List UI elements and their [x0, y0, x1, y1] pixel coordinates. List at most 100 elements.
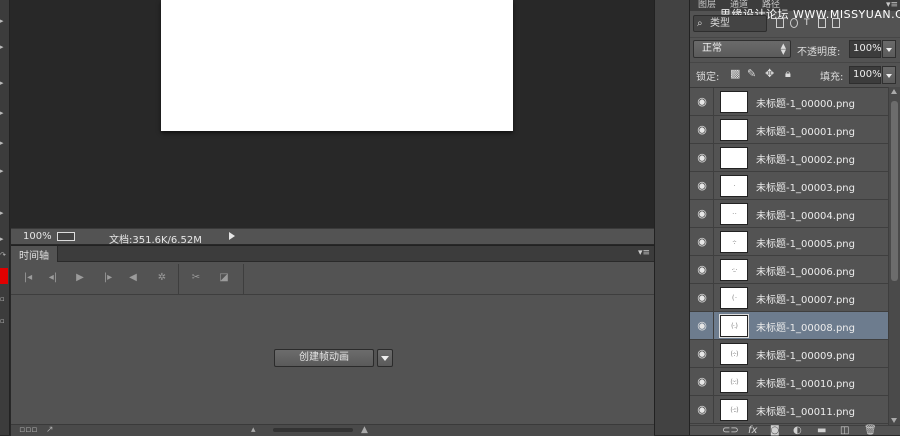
lock-all-icon[interactable]: 🔒︎ [785, 68, 791, 80]
layer-thumbnail[interactable]: ( · [720, 287, 748, 309]
visibility-eye-icon[interactable]: ◉ [695, 347, 709, 361]
layer-name[interactable]: 未标题-1_00003.png [756, 179, 855, 194]
layer-thumbnail[interactable] [720, 119, 748, 141]
scroll-up-icon[interactable] [891, 89, 897, 94]
blend-mode-select[interactable]: 正常 ▲ ▼ [693, 40, 791, 58]
layer-name[interactable]: 未标题-1_00007.png [756, 291, 855, 306]
layer-row[interactable]: ◉ · 未标题-1_00003.png [690, 172, 888, 200]
visibility-eye-icon[interactable]: ◉ [695, 235, 709, 249]
status-menu-arrow-icon[interactable] [229, 232, 235, 240]
visibility-eye-icon[interactable]: ◉ [695, 123, 709, 137]
transition-icon[interactable]: ◪ [217, 271, 231, 285]
zoom-level[interactable]: 100% [23, 231, 52, 242]
first-frame-icon[interactable]: |◂ [21, 271, 35, 285]
clone-tool-icon[interactable]: ▸ [0, 110, 9, 117]
layer-row[interactable]: ◉ (·:·) 未标题-1_00009.png [690, 340, 888, 368]
new-layer-icon[interactable]: ◫ [840, 425, 849, 436]
visibility-eye-icon[interactable]: ◉ [695, 95, 709, 109]
layer-row[interactable]: ◉ · · 未标题-1_00004.png [690, 200, 888, 228]
layer-name[interactable]: 未标题-1_00011.png [756, 403, 855, 418]
filter-shape-icon[interactable] [818, 18, 826, 28]
zoom-tool-icon[interactable]: ▸ [0, 236, 9, 243]
filter-adjustment-icon[interactable] [790, 18, 798, 28]
screen-mode-icon[interactable]: ▫ [0, 318, 9, 325]
fill-input[interactable]: 100% [849, 66, 882, 84]
tab-layers[interactable]: 图层 [698, 0, 716, 10]
layer-row[interactable]: ◉ 未标题-1_00000.png [690, 88, 888, 116]
visibility-eye-icon[interactable]: ◉ [695, 291, 709, 305]
lock-position-move-icon[interactable]: ✥ [765, 68, 774, 80]
adjustment-icon[interactable]: ◐ [793, 425, 802, 436]
canvas-area[interactable] [11, 0, 654, 228]
quick-mask-icon[interactable]: ▫ [0, 296, 9, 303]
layer-name[interactable]: 未标题-1_00000.png [756, 95, 855, 110]
layer-name[interactable]: 未标题-1_00008.png [756, 319, 855, 334]
prev-frame-icon[interactable]: ◂| [46, 271, 60, 285]
layers-scrollbar[interactable] [888, 87, 900, 425]
zoom-out-timeline-icon[interactable]: ▴ [251, 425, 256, 436]
opacity-input[interactable]: 100% [849, 40, 882, 58]
zoom-in-timeline-icon[interactable]: ▲ [361, 425, 368, 436]
layer-thumbnail[interactable]: ·:· [720, 231, 748, 253]
scroll-down-icon[interactable] [891, 418, 897, 423]
lasso-tool-icon[interactable]: ▸ [0, 18, 9, 25]
tab-timeline[interactable]: 时间轴 [11, 246, 58, 262]
convert-frames-icon[interactable]: ▫▫▫ [19, 425, 37, 436]
layer-row[interactable]: ◉ 未标题-1_00001.png [690, 116, 888, 144]
layer-thumbnail[interactable] [720, 147, 748, 169]
visibility-eye-icon[interactable]: ◉ [695, 207, 709, 221]
layer-row[interactable]: ◉ (:·:) 未标题-1_00010.png [690, 368, 888, 396]
layer-thumbnail[interactable]: ·:.· [720, 259, 748, 281]
visibility-eye-icon[interactable]: ◉ [695, 263, 709, 277]
layer-name[interactable]: 未标题-1_00010.png [756, 375, 855, 390]
layer-name[interactable]: 未标题-1_00006.png [756, 263, 855, 278]
create-frame-animation-button[interactable]: 创建帧动画 [274, 349, 374, 367]
play-icon[interactable]: ▶ [73, 271, 87, 285]
fill-dropdown[interactable] [882, 66, 896, 84]
visibility-eye-icon[interactable]: ◉ [695, 179, 709, 193]
next-frame-icon[interactable]: |▸ [101, 271, 115, 285]
layer-thumbnail[interactable]: · · [720, 203, 748, 225]
layer-row[interactable]: ◉ ( · 未标题-1_00007.png [690, 284, 888, 312]
layer-name[interactable]: 未标题-1_00005.png [756, 235, 855, 250]
eraser-tool-icon[interactable]: ▸ [0, 140, 9, 147]
scrollbar-thumb[interactable] [891, 101, 898, 281]
delete-icon[interactable]: 🗑︎ [864, 425, 877, 436]
layer-thumbnail[interactable] [720, 91, 748, 113]
opacity-dropdown[interactable] [882, 40, 896, 58]
lock-image-brush-icon[interactable]: ✎ [747, 68, 756, 80]
panel-menu-icon[interactable]: ▾≡ [638, 248, 650, 258]
visibility-eye-icon[interactable]: ◉ [695, 319, 709, 333]
layer-name[interactable]: 未标题-1_00002.png [756, 151, 855, 166]
fx-icon[interactable]: fx [748, 425, 757, 436]
timeline-zoom-slider[interactable] [273, 428, 353, 432]
hand-tool-icon[interactable]: ▸ [0, 210, 9, 217]
link-icon[interactable]: ⊂⊃ [722, 425, 739, 436]
filter-type-icon[interactable]: T [804, 18, 812, 28]
crop-tool-icon[interactable]: ▸ [0, 44, 9, 51]
layer-name[interactable]: 未标题-1_00004.png [756, 207, 855, 222]
render-icon[interactable]: ↗ [46, 425, 54, 436]
layer-thumbnail[interactable]: (·::) [720, 399, 748, 421]
create-animation-dropdown[interactable] [377, 349, 393, 367]
layer-row[interactable]: ◉ (·::) 未标题-1_00011.png [690, 396, 888, 424]
foreground-color-swatch[interactable] [0, 268, 8, 284]
brush-tool-icon[interactable]: ▸ [0, 80, 9, 87]
layer-thumbnail[interactable]: (·:·) [720, 343, 748, 365]
layer-row[interactable]: ◉ 未标题-1_00002.png [690, 144, 888, 172]
settings-icon[interactable]: ✲ [155, 271, 169, 285]
filter-kind-select[interactable]: ⌕ 类型 [693, 15, 767, 32]
layer-row[interactable]: ◉ ·:.· 未标题-1_00006.png [690, 256, 888, 284]
pen-tool-icon[interactable]: ▸ [0, 168, 9, 175]
lock-transparent-icon[interactable]: ▩ [730, 68, 740, 80]
scissors-icon[interactable]: ✂ [189, 271, 203, 285]
visibility-eye-icon[interactable]: ◉ [695, 375, 709, 389]
layer-row[interactable]: ◉ ·:· 未标题-1_00005.png [690, 228, 888, 256]
filter-smartobject-icon[interactable] [832, 18, 840, 28]
visibility-eye-icon[interactable]: ◉ [695, 403, 709, 417]
layer-thumbnail[interactable]: (·.) [719, 314, 749, 338]
group-icon[interactable]: ▬ [817, 425, 826, 436]
layer-name[interactable]: 未标题-1_00001.png [756, 123, 855, 138]
layer-thumbnail[interactable]: (:·:) [720, 371, 748, 393]
swap-colors-icon[interactable]: ↷ [0, 252, 9, 259]
